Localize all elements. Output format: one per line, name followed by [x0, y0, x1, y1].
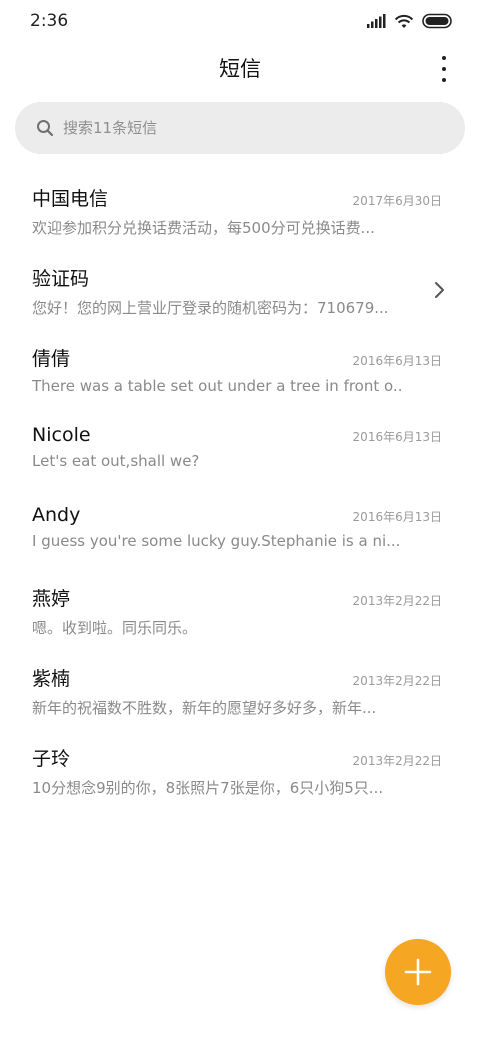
message-list: 中国电信 2017年6月30日 欢迎参加积分兑换话费活动，每500分可兑换话费.…: [0, 170, 480, 810]
page-title: 短信: [219, 57, 261, 81]
message-item[interactable]: 倩倩 2016年6月13日 There was a table set out …: [0, 330, 480, 410]
message-sender: 倩倩: [32, 348, 71, 370]
more-vert-icon: [442, 56, 446, 60]
new-message-button[interactable]: [385, 939, 451, 1005]
status-time: 2:36: [30, 11, 69, 31]
message-date: 2013年2月22日: [352, 754, 442, 768]
message-sender: 中国电信: [32, 188, 109, 210]
battery-icon: [422, 13, 452, 29]
message-preview: Let's eat out,shall we?: [32, 452, 200, 470]
message-preview: I guess you're some lucky guy.Stephanie …: [32, 532, 401, 550]
message-item[interactable]: 紫楠 2013年2月22日 新年的祝福数不胜数，新年的愿望好多好多，新年...: [0, 650, 480, 730]
message-date: 2016年6月13日: [352, 510, 442, 524]
screen: 2:36 短信 搜索11条短信 中国电信 2017年6月30日 欢迎参加积分兑换…: [0, 0, 480, 1040]
message-date: 2013年2月22日: [352, 594, 442, 608]
plus-icon: [404, 958, 432, 986]
message-item[interactable]: 子玲 2013年2月22日 10分想念9别的你，8张照片7张是你，6只小狗5只.…: [0, 730, 480, 810]
message-date: 2017年6月30日: [352, 194, 442, 208]
chevron-right-icon[interactable]: [434, 280, 446, 300]
message-item[interactable]: 中国电信 2017年6月30日 欢迎参加积分兑换话费活动，每500分可兑换话费.…: [0, 170, 480, 250]
message-preview: 嗯。收到啦。同乐同乐。: [32, 619, 198, 637]
status-icons: [366, 13, 454, 29]
more-vert-icon-dot: [442, 78, 446, 82]
message-item[interactable]: Andy 2016年6月13日 I guess you're some luck…: [0, 490, 480, 570]
signal-icon: [367, 14, 386, 28]
message-item[interactable]: Nicole 2016年6月13日 Let's eat out,shall we…: [0, 410, 480, 490]
message-sender: Nicole: [32, 424, 91, 446]
message-date: 2016年6月13日: [352, 430, 442, 444]
message-sender: 子玲: [32, 748, 71, 770]
message-item[interactable]: 验证码 您好！您的网上营业厅登录的随机密码为：710679...: [0, 250, 480, 330]
search-input[interactable]: [63, 119, 423, 137]
search-icon: [37, 120, 54, 137]
message-item[interactable]: 燕婷 2013年2月22日 嗯。收到啦。同乐同乐。: [0, 570, 480, 650]
message-preview: 您好！您的网上营业厅登录的随机密码为：710679...: [32, 299, 389, 317]
message-preview: 10分想念9别的你，8张照片7张是你，6只小狗5只...: [32, 779, 384, 797]
message-sender: 燕婷: [32, 588, 71, 610]
more-options-button[interactable]: [434, 56, 454, 82]
wifi-icon: [394, 14, 414, 28]
message-preview: There was a table set out under a tree i…: [32, 377, 402, 395]
message-preview: 新年的祝福数不胜数，新年的愿望好多好多，新年...: [32, 699, 377, 717]
message-preview: 欢迎参加积分兑换话费活动，每500分可兑换话费...: [32, 219, 375, 237]
status-bar: 2:36: [0, 0, 480, 42]
message-sender: 验证码: [32, 268, 90, 290]
more-vert-icon-dot: [442, 67, 446, 71]
message-date: 2016年6月13日: [352, 354, 442, 368]
search-bar[interactable]: [15, 102, 465, 154]
app-header: 短信: [0, 42, 480, 94]
message-sender: Andy: [32, 504, 81, 526]
message-date: 2013年2月22日: [352, 674, 442, 688]
message-sender: 紫楠: [32, 668, 71, 690]
